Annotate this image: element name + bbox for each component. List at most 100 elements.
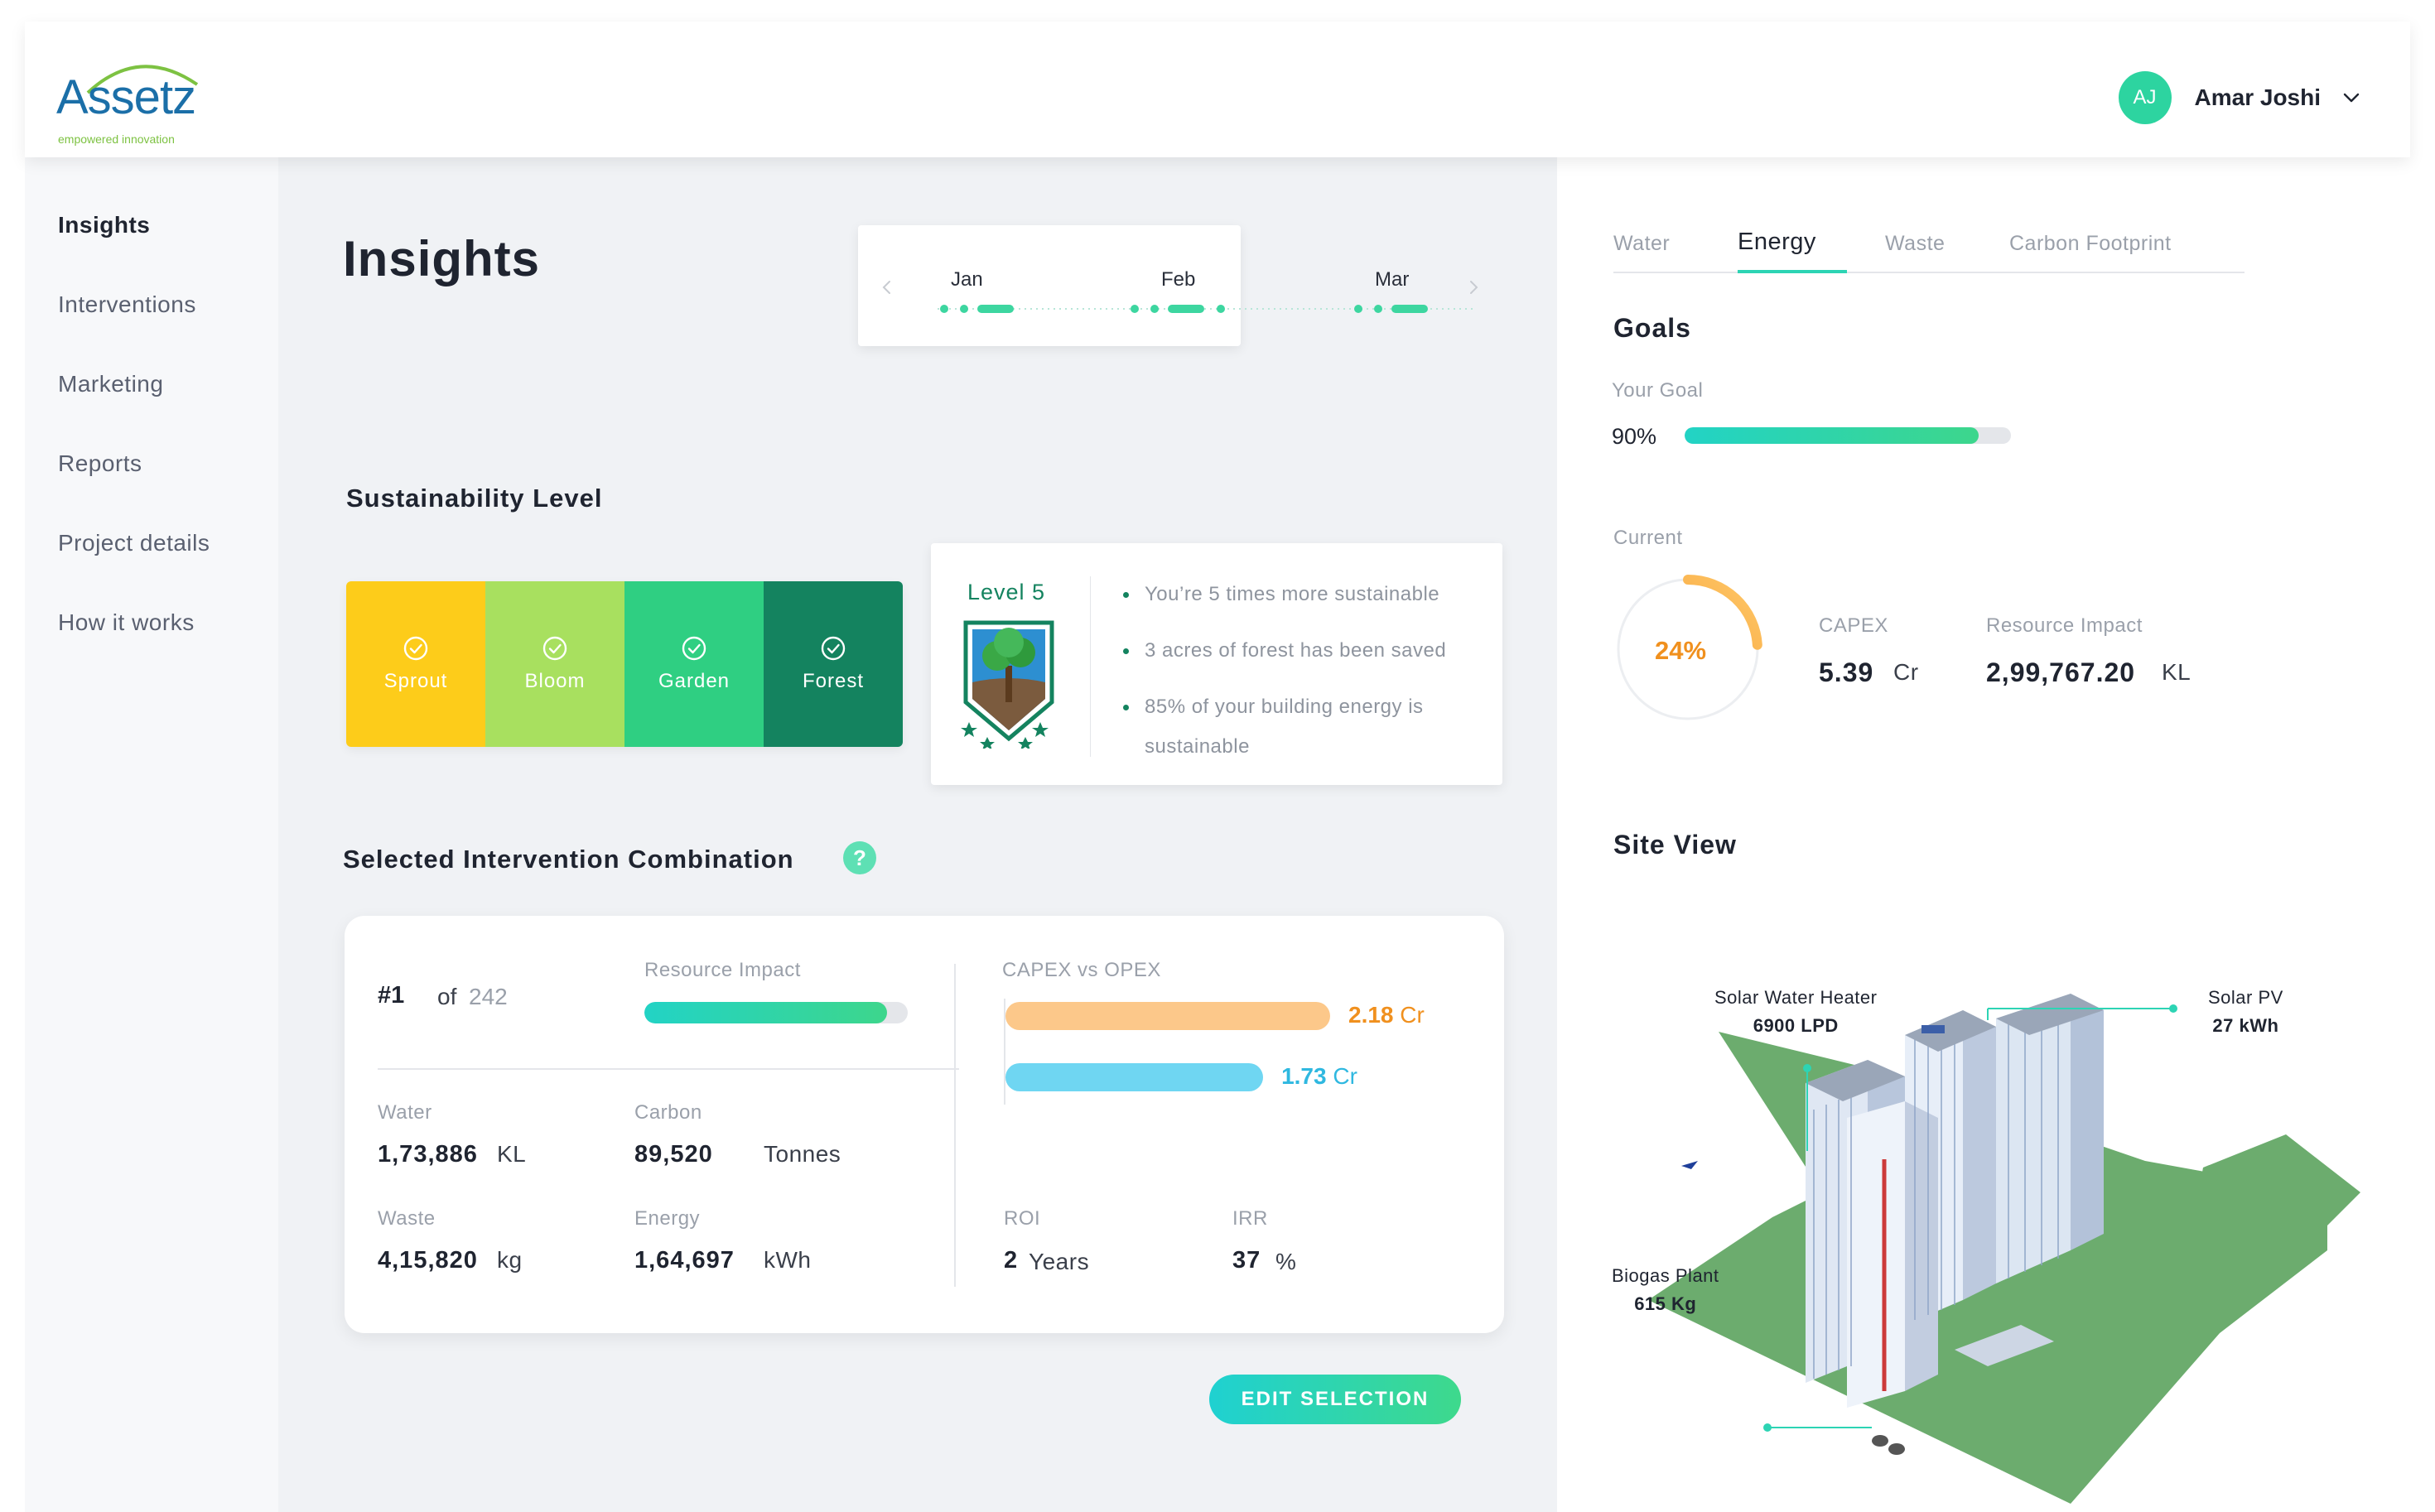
of-label: of xyxy=(437,984,457,1009)
label-name: Biogas Plant xyxy=(1612,1265,1719,1286)
carbon-value: 89,520 xyxy=(634,1141,713,1168)
roi-label: ROI xyxy=(1004,1207,1041,1230)
capex-value-label: 2.18 Cr xyxy=(1348,1002,1425,1028)
divider xyxy=(954,964,956,1287)
page-title: Insights xyxy=(343,231,541,287)
opex-unit: Cr xyxy=(1333,1063,1357,1089)
irr-unit: % xyxy=(1275,1249,1297,1274)
site-3d-model[interactable] xyxy=(1557,919,2435,1512)
site-view[interactable]: Solar Water Heater 6900 LPD Solar PV 27 … xyxy=(1557,919,2435,1512)
site-view-title: Site View xyxy=(1613,830,1737,860)
level-label: Forest xyxy=(802,670,864,692)
goal-progress-fill xyxy=(1685,427,1979,444)
user-menu[interactable]: AJ Amar Joshi xyxy=(2118,71,2361,124)
energy-unit: kWh xyxy=(764,1247,812,1273)
fact-item: You’re 5 times more sustainable xyxy=(1123,575,1479,614)
label-value: 615 Kg xyxy=(1634,1293,1697,1314)
level-label: Sprout xyxy=(383,670,448,692)
timeline-month-jan[interactable]: Jan xyxy=(951,268,983,291)
resource-impact-fill xyxy=(644,1002,887,1023)
sustainability-levels: Sprout Bloom Garden Forest xyxy=(346,581,903,747)
capex-bar xyxy=(1005,1002,1330,1030)
label-value: 27 kWh xyxy=(2212,1015,2279,1036)
level-garden[interactable]: Garden xyxy=(624,581,764,747)
user-name[interactable]: Amar Joshi xyxy=(2195,84,2322,111)
logo-tagline: empowered innovation xyxy=(58,132,175,146)
level-bloom[interactable]: Bloom xyxy=(485,581,624,747)
chevron-left-icon[interactable] xyxy=(880,280,894,295)
level-sprout[interactable]: Sprout xyxy=(346,581,485,747)
site-label-solar-pv[interactable]: Solar PV 27 kWh xyxy=(2208,987,2283,1037)
timeline-month-feb[interactable]: Feb xyxy=(1161,268,1195,291)
current-level-label: Level 5 xyxy=(967,580,1046,604)
capex-total-value: 5.39 xyxy=(1819,657,1874,687)
timeline-track[interactable] xyxy=(938,296,1484,321)
resource-impact-label: Resource Impact xyxy=(644,959,801,981)
capex-label: CAPEX xyxy=(1819,614,1888,637)
tab-waste[interactable]: Waste xyxy=(1885,232,1945,256)
right-panel: Water Energy Waste Carbon Footprint Goal… xyxy=(1557,157,2435,1512)
logo-wordmark: Assetz xyxy=(56,70,196,124)
irr-label: IRR xyxy=(1232,1207,1268,1230)
level-label: Bloom xyxy=(524,670,586,692)
check-circle-icon xyxy=(821,636,846,661)
label-name: Solar PV xyxy=(2208,987,2283,1008)
goal-value: 90% xyxy=(1612,424,1657,449)
sustainability-facts: You’re 5 times more sustainable 3 acres … xyxy=(1123,575,1479,783)
opex-bar xyxy=(1005,1063,1264,1091)
timeline-month-mar[interactable]: Mar xyxy=(1375,268,1409,291)
level-card: Level 5 You’re 5 times more sustainable … xyxy=(931,543,1502,785)
tab-carbon-footprint[interactable]: Carbon Footprint xyxy=(2009,232,2172,256)
sidebar-item-project-details[interactable]: Project details xyxy=(58,530,210,556)
sidebar: Insights Interventions Marketing Reports… xyxy=(25,157,278,1512)
water-label: Water xyxy=(378,1101,432,1124)
combination-title: Selected Intervention Combination xyxy=(343,845,794,874)
sidebar-item-reports[interactable]: Reports xyxy=(58,450,142,477)
sidebar-item-insights[interactable]: Insights xyxy=(58,212,150,238)
top-bar: Assetz empowered innovation AJ Amar Josh… xyxy=(25,22,2410,157)
resource-impact-total-label: Resource Impact xyxy=(1986,614,2143,637)
energy-label: Energy xyxy=(634,1207,701,1230)
sidebar-item-marketing[interactable]: Marketing xyxy=(58,371,163,397)
sidebar-item-interventions[interactable]: Interventions xyxy=(58,291,196,318)
level-forest[interactable]: Forest xyxy=(764,581,903,747)
assetz-logo[interactable]: Assetz empowered innovation xyxy=(56,51,239,146)
current-label: Current xyxy=(1613,527,1683,549)
combination-card: #1 of 242 Resource Impact Water 1,73,886… xyxy=(345,916,1504,1333)
month-timeline: Jan Feb Mar xyxy=(858,225,1478,346)
help-icon[interactable]: ? xyxy=(843,841,876,874)
chevron-down-icon[interactable] xyxy=(2342,89,2360,107)
energy-value: 1,64,697 xyxy=(634,1247,735,1274)
water-unit: KL xyxy=(497,1141,527,1167)
irr-value: 37 xyxy=(1232,1247,1261,1274)
level-label: Garden xyxy=(658,670,730,692)
sidebar-item-how-it-works[interactable]: How it works xyxy=(58,609,195,636)
edit-selection-button[interactable]: EDIT SELECTION xyxy=(1209,1375,1461,1424)
goal-progress-bar xyxy=(1685,427,2011,444)
divider xyxy=(1090,576,1091,757)
roi-value: 2 xyxy=(1004,1247,1019,1274)
avatar[interactable]: AJ xyxy=(2118,71,2172,124)
fact-item: 3 acres of forest has been saved xyxy=(1123,631,1479,671)
capex-opex-label: CAPEX vs OPEX xyxy=(1002,959,1161,981)
site-label-solar-water-heater[interactable]: Solar Water Heater 6900 LPD xyxy=(1714,987,1877,1037)
fact-item: 85% of your building energy is sustainab… xyxy=(1123,687,1479,767)
tab-energy[interactable]: Energy xyxy=(1738,229,1816,256)
opex-value: 1.73 xyxy=(1281,1063,1327,1089)
label-name: Solar Water Heater xyxy=(1714,987,1878,1008)
waste-unit: kg xyxy=(497,1247,523,1273)
resource-impact-total-unit: KL xyxy=(2162,659,2192,685)
water-value: 1,73,886 xyxy=(378,1141,478,1168)
tab-water[interactable]: Water xyxy=(1613,232,1670,256)
waste-label: Waste xyxy=(378,1207,436,1230)
label-value: 6900 LPD xyxy=(1753,1015,1839,1036)
carbon-label: Carbon xyxy=(634,1101,702,1124)
check-circle-icon xyxy=(542,636,567,661)
site-label-biogas-plant[interactable]: Biogas Plant 615 Kg xyxy=(1612,1265,1719,1315)
rank: #1 xyxy=(378,982,405,1009)
carbon-unit: Tonnes xyxy=(764,1141,841,1167)
check-circle-icon xyxy=(403,636,428,661)
your-goal-label: Your Goal xyxy=(1612,379,1704,402)
chevron-right-icon[interactable] xyxy=(1466,280,1481,295)
resource-impact-bar xyxy=(644,1002,908,1023)
